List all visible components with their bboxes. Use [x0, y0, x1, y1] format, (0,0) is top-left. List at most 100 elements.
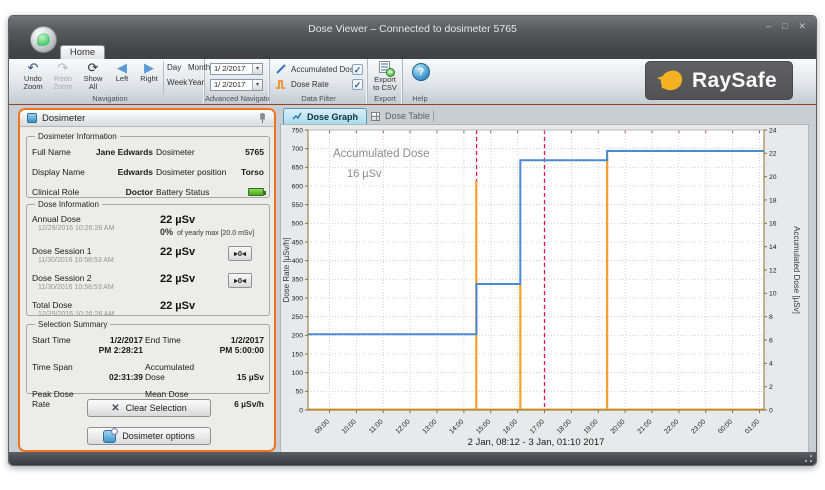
- export-to-csv-button[interactable]: ➜ Export to CSV: [368, 59, 402, 95]
- svg-text:400: 400: [292, 258, 304, 265]
- position-label: Dosimeter position: [156, 167, 236, 177]
- undo-zoom-icon: ↶: [28, 60, 39, 75]
- svg-text:12: 12: [769, 267, 777, 274]
- svg-text:700: 700: [292, 146, 304, 153]
- full-name-label: Full Name: [32, 147, 88, 157]
- dose-rate-checkbox[interactable]: ✓: [352, 79, 363, 90]
- dose-information-group: Dose Information Annual Dose 12/29/2016 …: [26, 200, 270, 316]
- annual-dose-percent: 0%of yearly max [20.0 mSv]: [160, 227, 254, 237]
- svg-text:10:00: 10:00: [341, 418, 358, 435]
- clear-selection-button[interactable]: ✕ Clear Selection: [87, 399, 211, 417]
- reset-session2-button[interactable]: ▸0◂: [228, 273, 252, 288]
- app-menu-orb[interactable]: [30, 26, 57, 53]
- dose-session2-value: 22 µSv: [160, 273, 228, 285]
- tab-home[interactable]: Home: [60, 45, 105, 59]
- svg-text:23:00: 23:00: [690, 418, 707, 435]
- svg-text:Accumulated Dose: Accumulated Dose: [333, 148, 430, 160]
- end-time-value: 1/2/2017 PM 5:00:00: [203, 335, 264, 355]
- total-dose-label: Total Dose: [32, 300, 160, 310]
- svg-text:6: 6: [769, 337, 773, 344]
- export-csv-icon: ➜: [378, 61, 394, 76]
- display-name-value: Edwards: [91, 167, 153, 177]
- dosimeter-options-button[interactable]: Dosimeter options: [87, 427, 211, 445]
- date-to-combobox[interactable]: 1/ 2/2017 ▾: [210, 79, 263, 91]
- dosimeter-icon: [27, 113, 37, 123]
- svg-text:15:00: 15:00: [475, 418, 492, 435]
- tab-dose-table[interactable]: Dose Table: [363, 108, 438, 124]
- dosimeter-value: 5765: [239, 147, 264, 157]
- dose-session2-date: 11/30/2016 10:58:53 AM: [38, 284, 160, 291]
- group-label-advanced-navigation: Advanced Navigation: [205, 94, 269, 103]
- total-dose-date: 12/29/2016 10:26:26 AM: [38, 311, 160, 318]
- minimize-button[interactable]: –: [766, 22, 771, 31]
- group-label-data-filter: Data Filter: [270, 94, 367, 103]
- svg-text:17:00: 17:00: [529, 418, 546, 435]
- show-all-icon: ⟳: [88, 60, 99, 75]
- dose-rate-filter-label: Dose Rate: [291, 80, 329, 89]
- group-separator: [163, 61, 164, 94]
- svg-text:450: 450: [292, 239, 304, 246]
- reset-session1-button[interactable]: ▸0◂: [228, 246, 252, 261]
- svg-text:50: 50: [295, 389, 303, 396]
- svg-text:Accumulated Dose [µSv]: Accumulated Dose [µSv]: [792, 226, 801, 314]
- pan-left-button[interactable]: ◀ Left: [109, 60, 135, 83]
- window-title: Dose Viewer – Connected to dosimeter 576…: [9, 23, 816, 35]
- svg-text:150: 150: [292, 351, 304, 358]
- svg-text:20:00: 20:00: [610, 418, 627, 435]
- svg-text:2: 2: [769, 384, 773, 391]
- dosimeter-information-group: Dosimeter Information Full Name Jane Edw…: [26, 132, 270, 198]
- year-button[interactable]: Year: [188, 78, 204, 87]
- title-bar: Dose Viewer – Connected to dosimeter 576…: [9, 16, 816, 44]
- svg-text:Dose Rate [µSv/h]: Dose Rate [µSv/h]: [282, 237, 291, 302]
- show-all-button[interactable]: ⟳ Show All: [78, 60, 108, 91]
- start-time-label: Start Time: [32, 335, 79, 345]
- arrow-left-icon: ◀: [117, 60, 127, 75]
- tab-dose-graph[interactable]: Dose Graph: [283, 108, 367, 124]
- dose-chart-svg[interactable]: 0501001502002503003504004505005506006507…: [281, 125, 808, 452]
- svg-text:11:00: 11:00: [368, 418, 385, 435]
- svg-text:18: 18: [769, 197, 777, 204]
- time-span-label: Time Span: [32, 362, 79, 372]
- svg-text:20: 20: [769, 174, 777, 181]
- svg-text:300: 300: [292, 295, 304, 302]
- accumulated-dose-value: 15 µSv: [203, 372, 264, 382]
- arrow-right-icon: ▶: [144, 60, 154, 75]
- dose-rate-icon: [275, 78, 287, 90]
- annual-dose-value: 22 µSv: [160, 214, 254, 226]
- day-button[interactable]: Day: [167, 63, 181, 72]
- dosimeter-options-icon: [103, 430, 116, 443]
- group-label-export: Export: [368, 94, 402, 103]
- app-logo-icon: [37, 33, 50, 46]
- help-button[interactable]: ?: [412, 63, 430, 81]
- brand-plate: RaySafe: [645, 61, 793, 100]
- group-label-help: Help: [403, 94, 437, 103]
- close-button[interactable]: ✕: [798, 22, 806, 31]
- combo-arrow-icon[interactable]: ▾: [252, 64, 262, 74]
- svg-text:16: 16: [769, 221, 777, 228]
- ribbon-group-navigation: ↶ Undo Zoom ↷ Redo Zoom ⟳ Show All ◀ Lef…: [16, 59, 205, 104]
- position-value: Torso: [239, 167, 264, 177]
- combo-arrow-icon[interactable]: ▾: [252, 80, 262, 90]
- maximize-button[interactable]: □: [782, 22, 787, 31]
- date-from-combobox[interactable]: 1/ 2/2017 ▾: [210, 63, 263, 75]
- clear-icon: ✕: [111, 403, 119, 414]
- status-bar: [9, 452, 816, 465]
- redo-zoom-button[interactable]: ↷ Redo Zoom: [49, 60, 77, 91]
- resize-grip-icon[interactable]: [804, 454, 813, 463]
- chart-region: 0501001502002503003504004505005506006507…: [280, 124, 809, 453]
- selection-summary-group: Selection Summary Start Time 1/2/2017 PM…: [26, 320, 270, 394]
- pan-right-button[interactable]: ▶ Right: [136, 60, 162, 83]
- ribbon-group-data-filter: Accumulated Dose ✓ Dose Rate ✓ Data Filt…: [270, 59, 368, 104]
- pin-icon[interactable]: [258, 112, 267, 124]
- svg-text:12:00: 12:00: [395, 418, 412, 435]
- svg-text:250: 250: [292, 314, 304, 321]
- week-button[interactable]: Week: [167, 78, 187, 87]
- svg-text:14:00: 14:00: [448, 418, 465, 435]
- display-name-label: Display Name: [32, 167, 88, 177]
- svg-text:24: 24: [769, 127, 777, 134]
- svg-text:8: 8: [769, 314, 773, 321]
- undo-zoom-button[interactable]: ↶ Undo Zoom: [18, 60, 48, 91]
- svg-text:00:00: 00:00: [717, 418, 734, 435]
- svg-text:350: 350: [292, 277, 304, 284]
- accumulated-dose-checkbox[interactable]: ✓: [352, 64, 363, 75]
